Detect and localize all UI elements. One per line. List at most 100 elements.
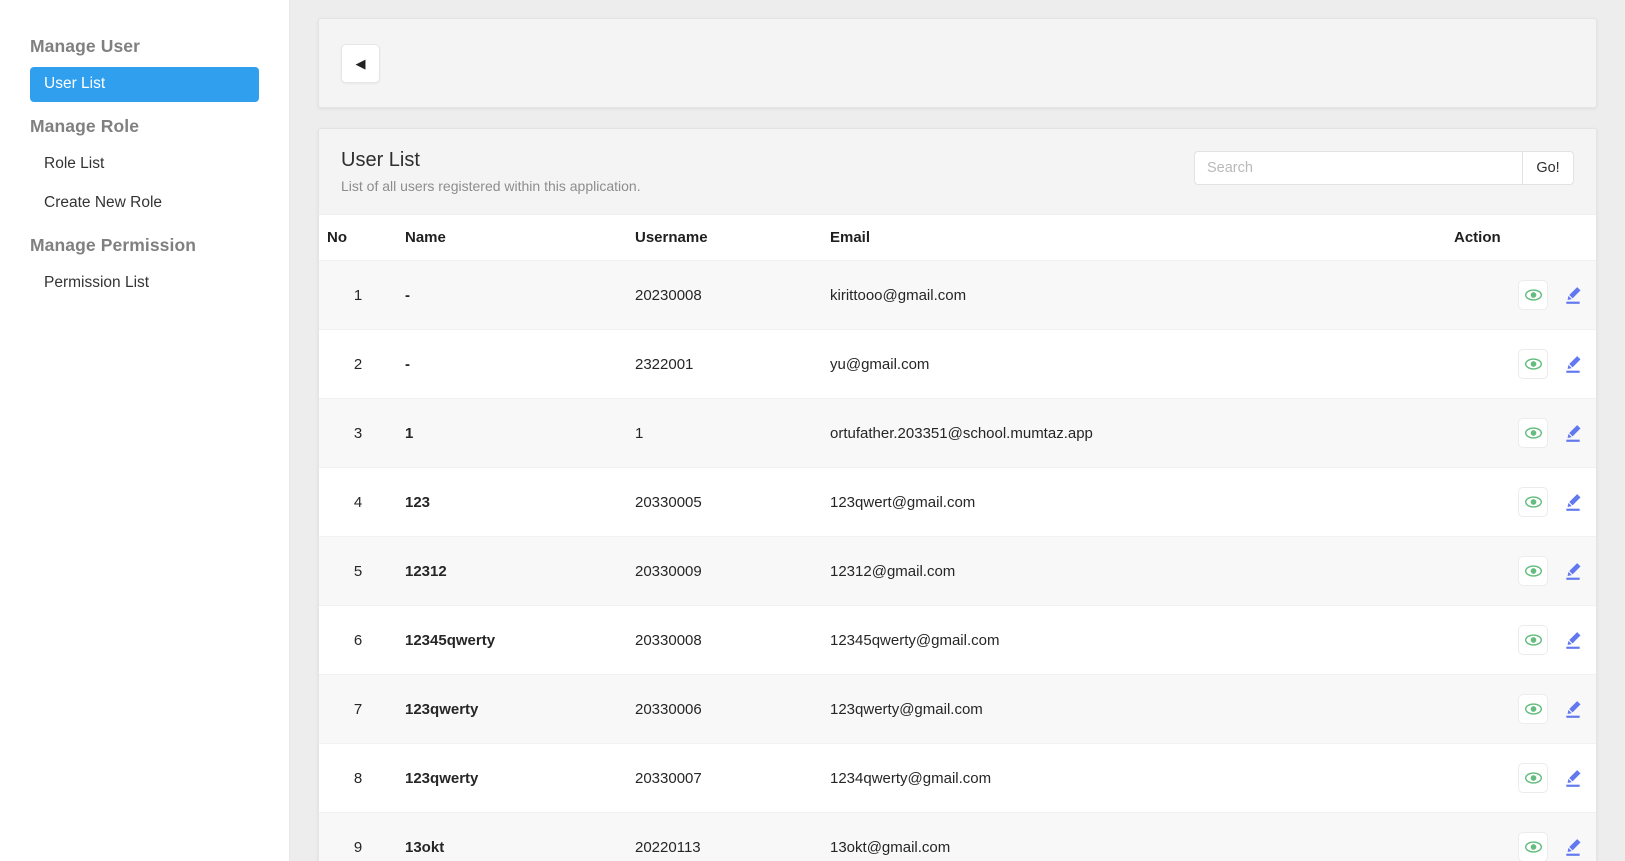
table-row[interactable]: 4 123 20330005 123qwert@gmail.com <box>319 467 1596 537</box>
sidebar-item-role-list[interactable]: Role List <box>30 147 259 182</box>
view-user-button[interactable] <box>1518 349 1548 379</box>
table-row[interactable]: 5 12312 20330009 12312@gmail.com <box>319 536 1596 606</box>
cell-username: 20330006 <box>627 674 822 744</box>
row-actions <box>1454 349 1588 379</box>
cell-no: 7 <box>319 674 397 744</box>
sidebar-item-label: Permission List <box>44 274 150 291</box>
cell-no: 5 <box>319 536 397 606</box>
cell-name: 12345qwerty <box>397 605 627 675</box>
edit-user-button[interactable] <box>1558 418 1588 448</box>
edit-user-button[interactable] <box>1558 832 1588 861</box>
cell-username: 20330008 <box>627 605 822 675</box>
edit-user-button[interactable] <box>1558 625 1588 655</box>
cell-username: 20330009 <box>627 536 822 606</box>
view-user-button[interactable] <box>1518 418 1548 448</box>
main-content: ◀ User List List of all users registered… <box>290 0 1625 861</box>
view-user-button[interactable] <box>1518 763 1548 793</box>
page-subtitle: List of all users registered within this… <box>341 178 641 194</box>
search-go-button[interactable]: Go! <box>1522 151 1574 185</box>
cell-email: 12345qwerty@gmail.com <box>822 605 1446 675</box>
sidebar-group-title-manage-user: Manage User <box>30 36 141 56</box>
column-header-action: Action <box>1446 214 1596 261</box>
sidebar-item-label: User List <box>44 75 106 92</box>
pencil-edit-icon <box>1566 701 1581 718</box>
cell-email: yu@gmail.com <box>822 329 1446 399</box>
sidebar-item-label: Role List <box>44 155 105 172</box>
sidebar: Manage User User List Manage Role Role L… <box>0 0 290 861</box>
edit-user-button[interactable] <box>1558 487 1588 517</box>
view-user-button[interactable] <box>1518 625 1548 655</box>
pencil-edit-icon <box>1566 839 1581 856</box>
table-row[interactable]: 8 123qwerty 20330007 1234qwerty@gmail.co… <box>319 743 1596 813</box>
row-actions <box>1454 556 1588 586</box>
row-actions <box>1454 418 1588 448</box>
eye-icon <box>1524 496 1542 508</box>
cell-name: 1 <box>397 398 627 468</box>
view-user-button[interactable] <box>1518 487 1548 517</box>
cell-email: 123qwert@gmail.com <box>822 467 1446 537</box>
table-row[interactable]: 7 123qwerty 20330006 123qwerty@gmail.com <box>319 674 1596 744</box>
column-header-name: Name <box>397 214 627 261</box>
table-head: No Name Username Email Action <box>319 214 1596 261</box>
cell-name: - <box>397 329 627 399</box>
cell-email: 12312@gmail.com <box>822 536 1446 606</box>
view-user-button[interactable] <box>1518 280 1548 310</box>
sidebar-item-user-list[interactable]: User List <box>30 67 259 102</box>
sidebar-item-create-new-role[interactable]: Create New Role <box>30 186 259 221</box>
table-header-row: No Name Username Email Action <box>319 214 1596 261</box>
cell-name: 13okt <box>397 812 627 861</box>
cell-username: 20220113 <box>627 812 822 861</box>
row-actions <box>1454 832 1588 861</box>
card-header-text: User List List of all users registered w… <box>341 149 641 194</box>
eye-icon <box>1524 703 1542 715</box>
column-header-no: No <box>319 214 397 261</box>
edit-user-button[interactable] <box>1558 280 1588 310</box>
cell-name: 123qwerty <box>397 743 627 813</box>
cell-email: kirittooo@gmail.com <box>822 260 1446 330</box>
pencil-edit-icon <box>1566 563 1581 580</box>
cell-no: 6 <box>319 605 397 675</box>
cell-action <box>1446 536 1596 606</box>
table-row[interactable]: 1 - 20230008 kirittooo@gmail.com <box>319 260 1596 330</box>
column-header-username: Username <box>627 214 822 261</box>
table-row[interactable]: 2 - 2322001 yu@gmail.com <box>319 329 1596 399</box>
edit-user-button[interactable] <box>1558 349 1588 379</box>
table-row[interactable]: 3 1 1 ortufather.203351@school.mumtaz.ap… <box>319 398 1596 468</box>
table-row[interactable]: 6 12345qwerty 20330008 12345qwerty@gmail… <box>319 605 1596 675</box>
app-root: Manage User User List Manage Role Role L… <box>0 0 1625 861</box>
edit-user-button[interactable] <box>1558 694 1588 724</box>
column-header-email: Email <box>822 214 1446 261</box>
eye-icon <box>1524 565 1542 577</box>
search-group: Go! <box>1194 151 1574 185</box>
edit-user-button[interactable] <box>1558 763 1588 793</box>
view-user-button[interactable] <box>1518 832 1548 861</box>
pencil-edit-icon <box>1566 356 1581 373</box>
edit-user-button[interactable] <box>1558 556 1588 586</box>
sidebar-item-label: Create New Role <box>44 194 163 211</box>
eye-icon <box>1524 289 1542 301</box>
table-row[interactable]: 9 13okt 20220113 13okt@gmail.com <box>319 812 1596 861</box>
cell-email: 123qwerty@gmail.com <box>822 674 1446 744</box>
cell-name: 123 <box>397 467 627 537</box>
pencil-edit-icon <box>1566 494 1581 511</box>
user-list-card: User List List of all users registered w… <box>318 128 1597 861</box>
pencil-edit-icon <box>1566 425 1581 442</box>
pencil-edit-icon <box>1566 287 1581 304</box>
view-user-button[interactable] <box>1518 694 1548 724</box>
sidebar-item-permission-list[interactable]: Permission List <box>30 266 259 301</box>
cell-username: 1 <box>627 398 822 468</box>
search-input[interactable] <box>1194 151 1522 185</box>
card-header: User List List of all users registered w… <box>319 129 1596 214</box>
view-user-button[interactable] <box>1518 556 1548 586</box>
cell-action <box>1446 467 1596 537</box>
eye-icon <box>1524 841 1542 853</box>
cell-name: 123qwerty <box>397 674 627 744</box>
eye-icon <box>1524 634 1542 646</box>
back-button[interactable]: ◀ <box>341 43 380 83</box>
pencil-edit-icon <box>1566 632 1581 649</box>
row-actions <box>1454 280 1588 310</box>
cell-action <box>1446 398 1596 468</box>
cell-name: 12312 <box>397 536 627 606</box>
cell-email: 13okt@gmail.com <box>822 812 1446 861</box>
cell-no: 3 <box>319 398 397 468</box>
